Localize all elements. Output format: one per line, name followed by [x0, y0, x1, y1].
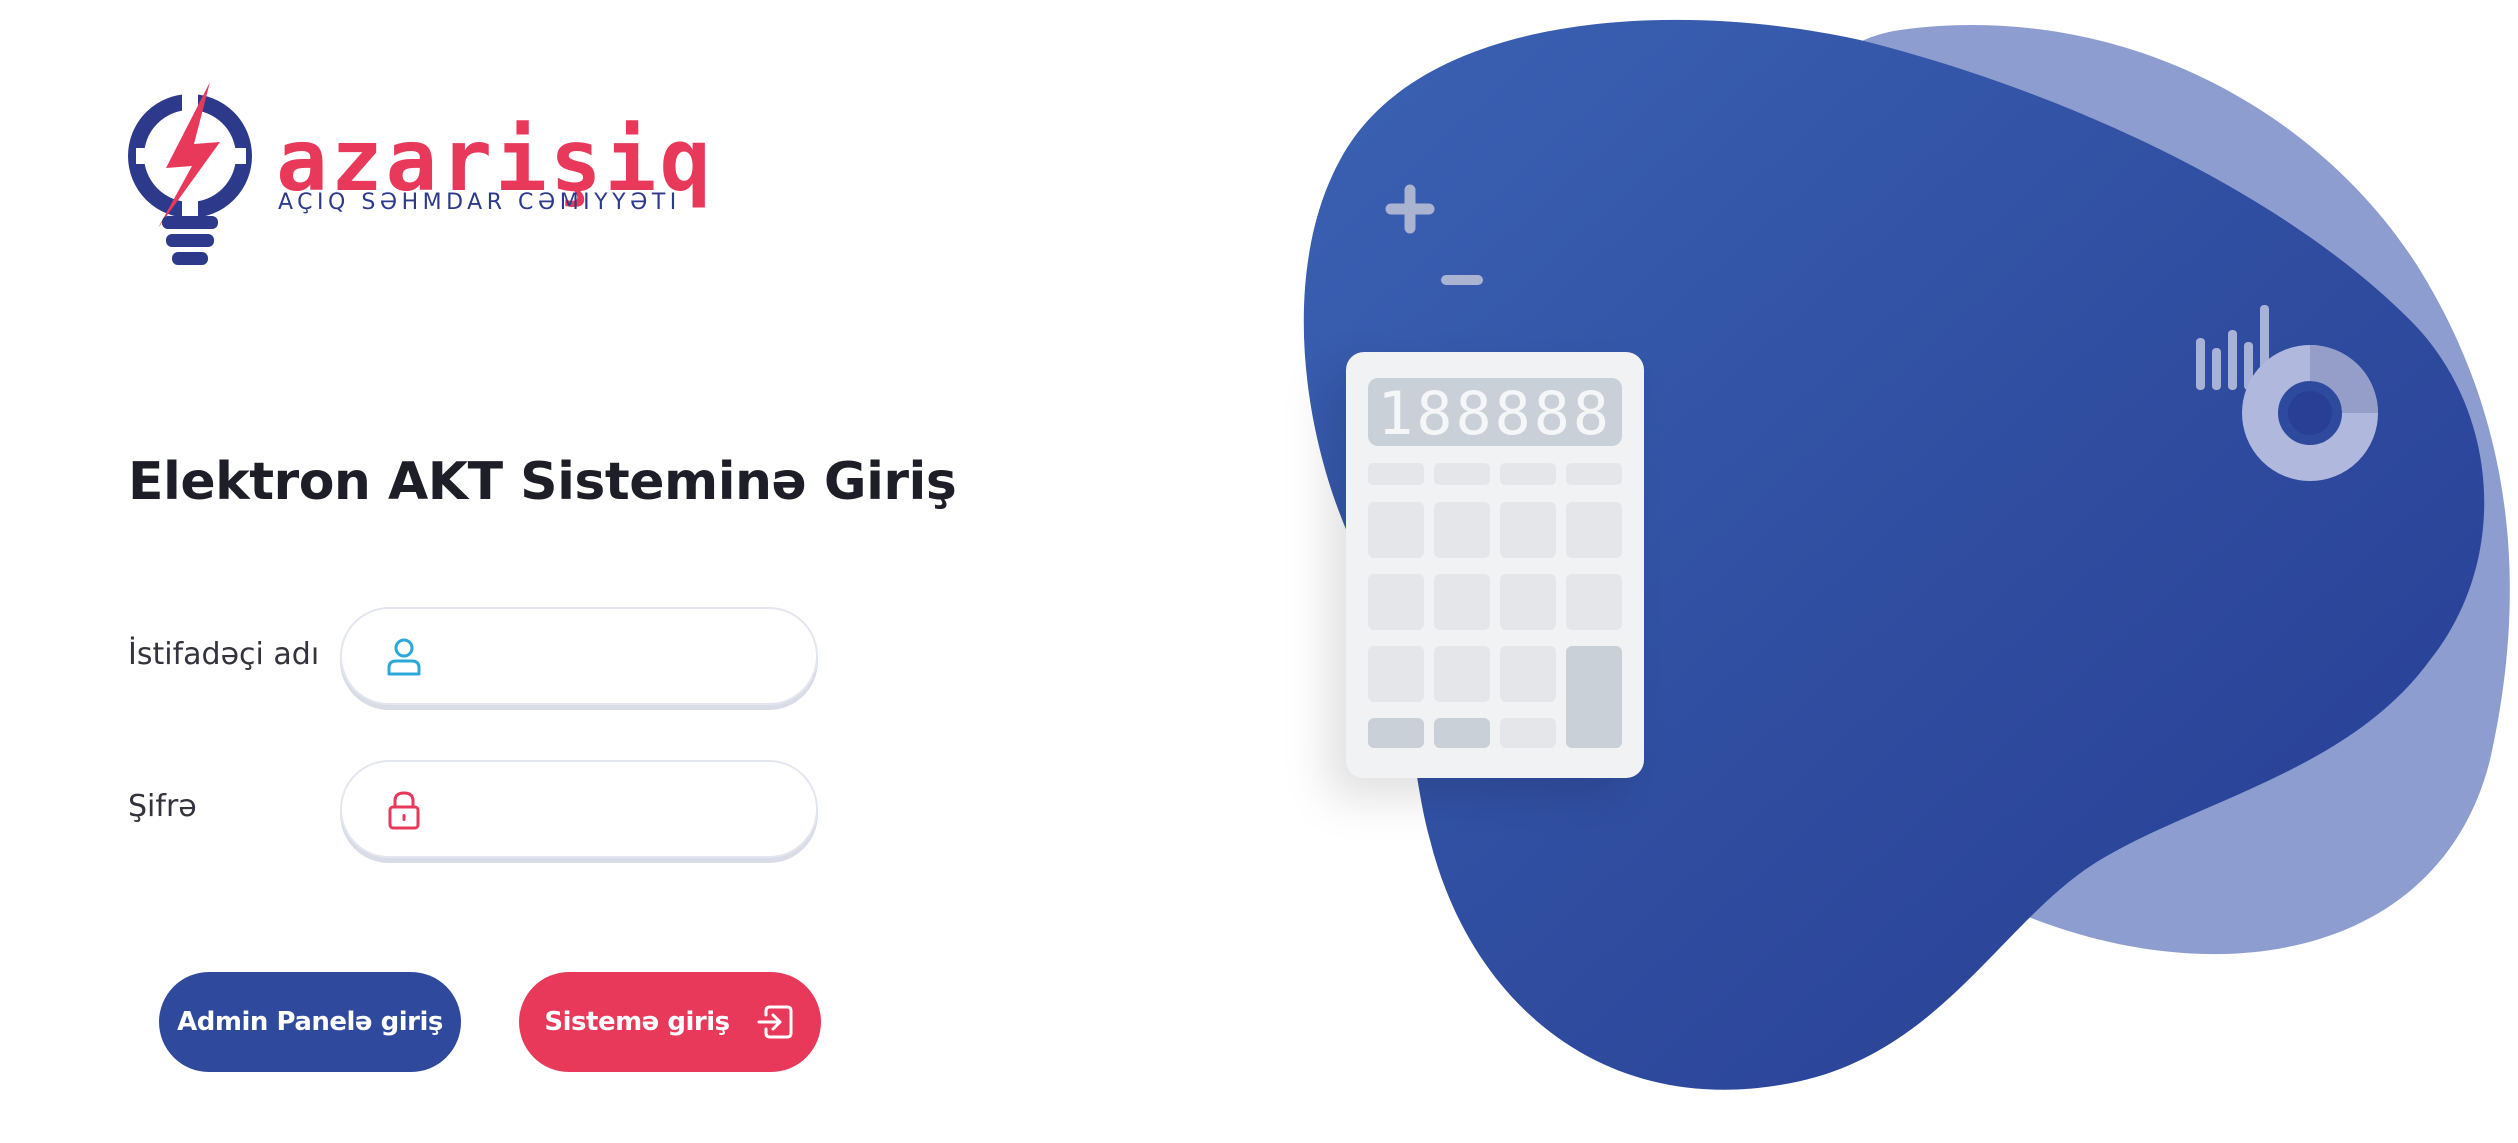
username-input[interactable]: [442, 627, 786, 687]
admin-panel-button-label: Admin Panelə giriş: [177, 1007, 443, 1037]
username-field-wrapper[interactable]: [340, 607, 818, 705]
calculator-display-text: 188888: [1377, 379, 1612, 449]
password-input[interactable]: [442, 780, 786, 840]
finance-illustration: 188888: [1303, 19, 2510, 1090]
user-icon: [387, 638, 421, 676]
username-label: İstifadəçi adı: [128, 637, 320, 672]
system-login-button-label: Sistemə giriş: [544, 1007, 730, 1037]
page-title: Elektron AKT Sisteminə Giriş: [128, 452, 957, 512]
lock-icon: [388, 791, 420, 830]
lightbulb-lightning-icon: [128, 82, 252, 265]
password-field-wrapper[interactable]: [340, 760, 818, 858]
logo-subtitle: AÇIQ SƏHMDAR CƏMIYYƏTI: [278, 190, 681, 215]
company-logo: azarişiq AÇIQ SƏHMDAR CƏMIYYƏTI: [128, 78, 711, 278]
system-login-button[interactable]: Sistemə giriş: [519, 972, 821, 1072]
admin-panel-button[interactable]: Admin Panelə giriş: [159, 972, 461, 1072]
password-label: Şifrə: [128, 789, 197, 824]
login-page: azarişiq AÇIQ SƏHMDAR CƏMIYYƏTI Elektron…: [0, 0, 2518, 1143]
sign-in-icon: [757, 1005, 793, 1039]
